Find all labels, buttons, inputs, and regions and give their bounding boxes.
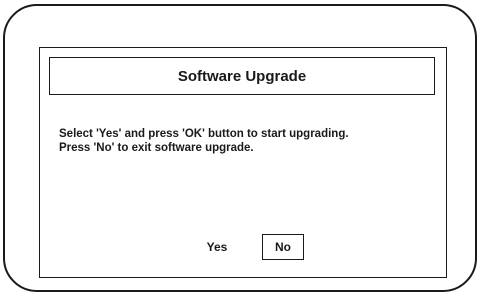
dialog-button-row: Yes No [40, 234, 446, 262]
tv-screen-frame: Software Upgrade Select 'Yes' and press … [3, 4, 477, 292]
software-upgrade-dialog: Software Upgrade Select 'Yes' and press … [39, 47, 447, 278]
dialog-title-text: Software Upgrade [177, 67, 307, 85]
yes-button[interactable]: Yes [197, 234, 237, 260]
message-line-1: Select 'Yes' and press 'OK' button to st… [59, 128, 349, 140]
dialog-title: Software Upgrade [49, 57, 435, 95]
message-line-2: Press 'No' to exit software upgrade. [59, 142, 254, 154]
no-button[interactable]: No [262, 234, 304, 260]
dialog-message: Select 'Yes' and press 'OK' button to st… [59, 127, 444, 155]
